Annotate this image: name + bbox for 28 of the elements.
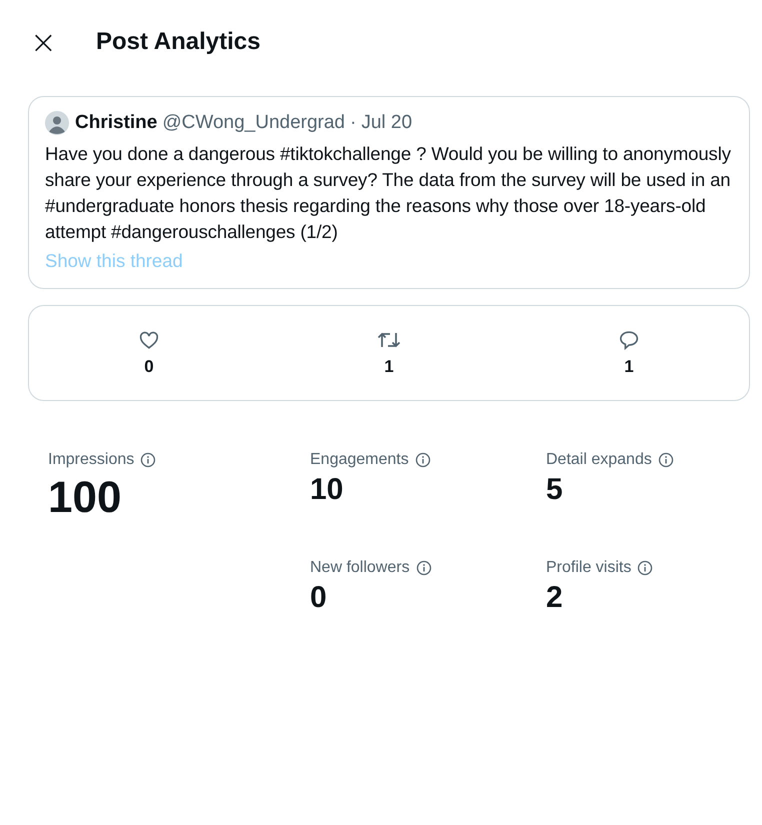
metric-value: 0	[310, 581, 328, 615]
speech-bubble-icon	[618, 329, 640, 351]
metric-value: 5	[546, 473, 564, 507]
dialog-title: Post Analytics	[96, 28, 260, 56]
info-icon[interactable]	[637, 560, 654, 576]
close-button[interactable]: ×	[26, 26, 60, 58]
avatar-icon	[45, 111, 69, 135]
info-icon[interactable]	[416, 560, 432, 576]
interaction-count: 1	[624, 357, 634, 377]
interaction-count: 0	[144, 357, 154, 377]
info-icon[interactable]	[414, 452, 431, 468]
metric-value: 10	[310, 473, 344, 507]
separator-dot: ·	[350, 112, 356, 134]
post-text: Have you done a dangerous #tiktokchallenge ? Would you be willing to anonymously share your experience through a survey? The data from the survey will be used in an #undergraduate honors thesis regarding the reasons why those over 18-years-old attempt #dangerouschallenges (1/2)	[45, 142, 732, 244]
metric-label: Engagements	[310, 451, 409, 469]
interaction-count: 1	[384, 357, 394, 377]
metric-label: Profile visits	[546, 559, 632, 577]
metric-label: Detail expands	[546, 451, 652, 469]
author-handle: @CWong_Undergrad	[162, 112, 346, 134]
info-icon[interactable]	[140, 452, 156, 468]
info-icon[interactable]	[658, 452, 674, 468]
post-date: Jul 20	[361, 112, 412, 134]
heart-icon	[138, 329, 160, 351]
metric-value: 100	[48, 473, 122, 523]
metric-label: New followers	[310, 559, 410, 577]
metric-value: 2	[546, 581, 564, 615]
author-name: Christine	[75, 112, 158, 134]
metric-label: Impressions	[48, 451, 134, 469]
